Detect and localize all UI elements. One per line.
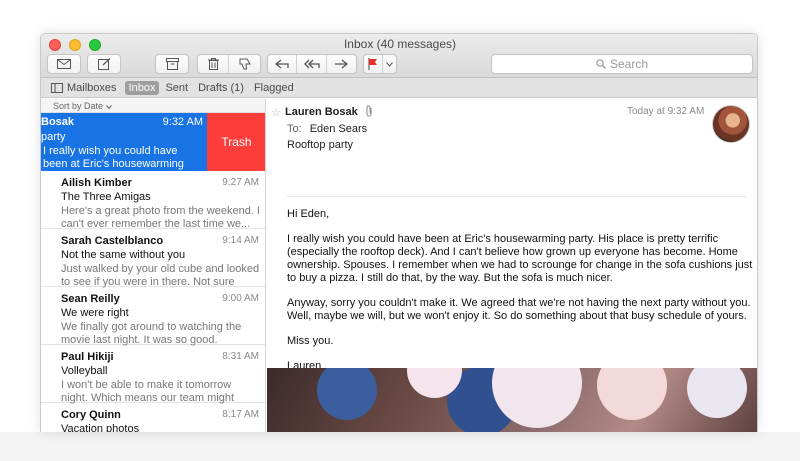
message-subject: Vacation photos [61,423,140,432]
reply-all-icon [303,59,320,69]
compose-button[interactable] [87,54,121,74]
background-band [0,432,800,461]
chevron-down-icon [386,61,393,67]
message-time: 8:17 AM [222,409,259,420]
swipe-trash-button[interactable]: Trash [207,113,265,171]
message-subject: party [41,131,66,143]
message-preview: I won't be able to make it tomorrow nigh… [61,379,235,404]
recipient-line: To: Eden Sears [287,123,367,135]
body-greeting: Hi Eden, [287,208,330,220]
selected-message-row[interactable]: Bosak 9:32 AM party I really wish you co… [41,113,265,183]
to-label: To: [287,123,302,135]
trash-button[interactable] [198,55,230,73]
message-sender: Sarah Castelblanco [61,235,164,247]
message-sender: Cory Quinn [61,409,121,421]
envelope-icon [57,59,71,69]
page: Inbox (40 messages) Search Mailboxes Inb… [0,0,800,461]
message-sender: Paul Hikiji [61,351,114,363]
message-preview: Just walked by your old cube and looked … [61,263,260,288]
message-subject-header: Rooftop party [287,139,354,151]
list-item[interactable]: Paul Hikiji 8:31 AM Volleyball I won't b… [41,345,265,404]
sidebar-icon [51,82,63,93]
compose-icon [97,58,110,70]
thumbs-down-icon [239,58,251,70]
forward-button[interactable] [327,55,356,73]
favorite-sent[interactable]: Sent [161,81,192,95]
message-body: Hi Eden, I really wish you could have be… [287,208,753,385]
reading-pane: ☆ Lauren Bosak Today at 9:32 AM To: Eden … [267,99,757,432]
message-sender: Ailish Kimber [61,177,132,189]
mailboxes-button[interactable]: Mailboxes [51,82,117,94]
message-preview: Here's a great photo from the weekend. I… [61,205,260,230]
chevron-down-icon [105,105,112,110]
message-sender: Bosak [41,116,75,128]
list-item[interactable]: Sarah Castelblanco 9:14 AM Not the same … [41,229,265,288]
message-time: 9:00 AM [222,293,259,304]
forward-icon [335,59,349,69]
reply-button[interactable] [268,55,298,73]
message-from[interactable]: Lauren Bosak [285,106,358,118]
reply-icon [275,59,289,69]
delete-junk-group [197,54,261,74]
message-time: 9:27 AM [222,177,259,188]
reply-all-button[interactable] [297,55,327,73]
selected-message-content: Bosak 9:32 AM party I really wish you co… [41,113,207,183]
archive-button[interactable] [155,54,189,74]
get-mail-button[interactable] [47,54,81,74]
header-divider [287,196,747,197]
avatar [712,105,750,143]
sort-label: Sort by Date [53,101,104,111]
message-date: Today at 9:32 AM [627,106,705,117]
flag-button[interactable] [364,55,383,73]
message-subject: The Three Amigas [61,191,151,203]
paperclip-icon [366,105,372,117]
lantern-shape [687,368,747,418]
list-item[interactable]: Ailish Kimber 9:27 AM The Three Amigas H… [41,171,265,230]
mailboxes-label: Mailboxes [67,81,117,94]
search-field[interactable]: Search [491,54,753,74]
list-item[interactable]: Sean Reilly 9:00 AM We were right We fin… [41,287,265,346]
window-title: Inbox (40 messages) [343,37,457,51]
message-subject: We were right [61,307,129,319]
message-preview: We finally got around to watching the mo… [61,321,242,346]
search-icon [596,59,606,69]
reply-group [267,54,357,74]
favorite-drafts[interactable]: Drafts (1) [194,81,248,95]
search-placeholder: Search [609,57,649,71]
message-time: 8:31 AM [222,351,259,362]
attached-photo[interactable] [267,368,757,432]
message-list: Sort by Date Bosak 9:32 AM party I reall… [41,99,266,432]
favorite-inbox[interactable]: Inbox [124,80,160,95]
body-closing: Miss you. [287,335,334,347]
star-icon[interactable]: ☆ [271,106,281,119]
junk-button[interactable] [229,55,260,73]
message-subject: Volleyball [61,365,108,377]
list-item[interactable]: Cory Quinn 8:17 AM Vacation photos [41,403,265,432]
message-subject: Not the same without you [61,249,186,261]
sort-menu[interactable]: Sort by Date [41,99,265,113]
favorites-bar: Mailboxes Inbox Sent Drafts (1) Flagged [41,78,757,98]
trash-icon [207,58,219,70]
favorite-flagged[interactable]: Flagged [250,81,298,95]
message-time: 9:14 AM [222,235,259,246]
red-flag-icon [368,58,377,70]
lantern-shape [317,368,377,420]
message-time: 9:32 AM [162,116,203,128]
body-paragraph: I really wish you could have been at Eri… [287,233,753,284]
flag-dropdown[interactable] [383,55,396,73]
toolbar: Inbox (40 messages) Search [41,34,757,78]
message-sender: Sean Reilly [61,293,120,305]
archive-icon [165,58,179,70]
mail-window: Inbox (40 messages) Search Mailboxes Inb… [40,33,758,432]
recipient-name[interactable]: Eden Sears [310,123,367,135]
lantern-shape [597,368,667,420]
body-paragraph: Anyway, sorry you couldn't make it. We a… [287,297,751,322]
flag-menu[interactable] [363,54,397,74]
